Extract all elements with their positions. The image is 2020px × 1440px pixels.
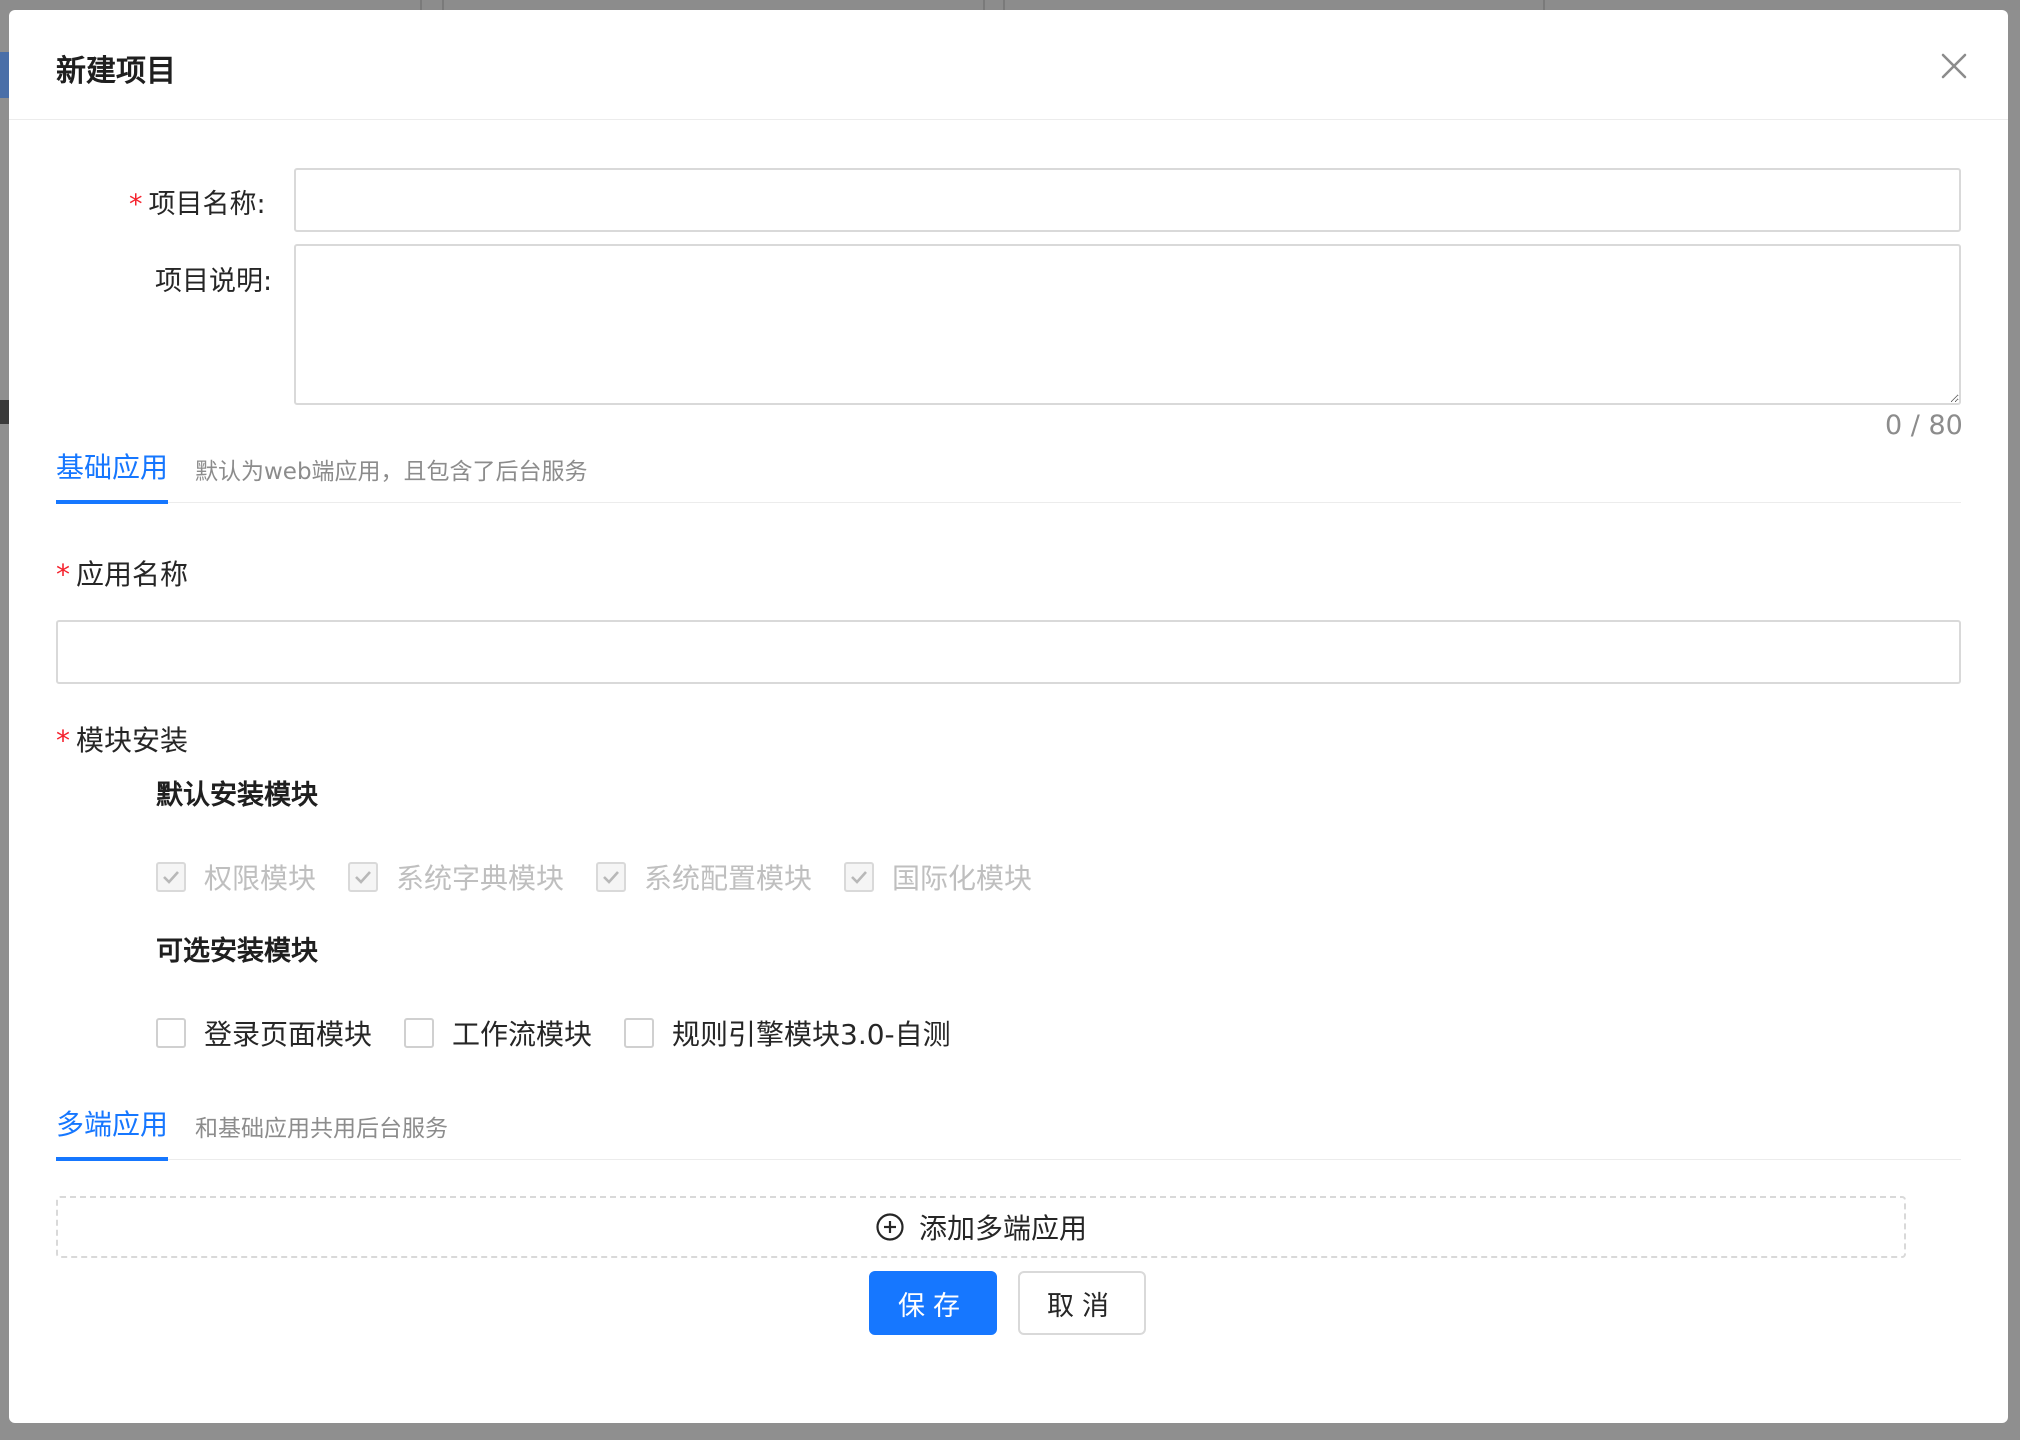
add-multi-app-label: 添加多端应用 (918, 1212, 1087, 1245)
check-icon (851, 871, 868, 884)
default-module-label: 国际化模块 (892, 862, 1033, 895)
multi-app-tabbar: 多端应用 和基础应用共用后台服务 (56, 1097, 1961, 1161)
optional-module-label: 工作流模块 (452, 1018, 593, 1051)
checkbox-checked-disabled[interactable] (844, 862, 875, 892)
background-nav-mark (0, 400, 9, 424)
optional-module-label: 登录页面模块 (204, 1018, 373, 1051)
background-divider (983, 0, 985, 10)
check-icon (355, 871, 371, 884)
optional-module-label: 规则引擎模块3.0-自测 (672, 1018, 951, 1051)
module-install-label: * 模块安装 (56, 719, 188, 759)
project-name-label-text: 项目名称: (148, 189, 266, 220)
background-divider (420, 0, 422, 10)
app-name-label: * 应用名称 (56, 553, 188, 593)
project-name-input[interactable] (294, 168, 1961, 232)
base-app-tabbar: 基础应用 默认为web端应用，且包含了后台服务 (56, 440, 1961, 504)
optional-module-item[interactable]: 规则引擎模块3.0-自测 (624, 1013, 951, 1053)
default-module-label: 系统配置模块 (644, 862, 813, 895)
checkbox-checked-disabled[interactable] (156, 862, 186, 892)
tab-multi-app[interactable]: 多端应用 (56, 1103, 169, 1161)
default-module-item[interactable]: 国际化模块 (844, 857, 1032, 897)
new-project-modal: 新建项目 * 项目名称: 项目说明: 0 / 80 基础应用 默认为web端应用，… (9, 10, 2008, 1423)
default-module-label: 系统字典模块 (396, 862, 565, 895)
add-multi-app-button[interactable]: 添加多端应用 (56, 1196, 1906, 1258)
default-module-item[interactable]: 系统配置模块 (596, 857, 812, 897)
module-install-label-text: 模块安装 (76, 724, 189, 757)
base-app-tab-desc: 默认为web端应用，且包含了后台服务 (195, 459, 588, 485)
background-divider (1003, 0, 1005, 10)
required-mark: * (56, 724, 70, 757)
checkbox-checked-disabled[interactable] (596, 862, 627, 892)
save-button[interactable]: 保存 (869, 1271, 997, 1335)
optional-module-item[interactable]: 工作流模块 (404, 1013, 592, 1053)
project-desc-textarea[interactable] (294, 244, 1961, 405)
optional-modules-title: 可选安装模块 (156, 936, 318, 967)
plus-circle-icon (876, 1213, 904, 1241)
desc-char-counter: 0 / 80 (1885, 410, 1963, 441)
multi-app-tab-desc: 和基础应用共用后台服务 (195, 1116, 448, 1142)
background-divider (1543, 0, 1545, 10)
project-desc-label: 项目说明: (155, 266, 273, 297)
app-name-label-text: 应用名称 (76, 558, 189, 591)
default-modules-title: 默认安装模块 (156, 780, 318, 811)
modal-header: 新建项目 (9, 10, 2008, 120)
default-module-item[interactable]: 权限模块 (156, 857, 316, 897)
required-mark: * (129, 189, 143, 220)
close-button[interactable] (1934, 46, 1974, 86)
background-page-strip (0, 0, 2020, 10)
cancel-button[interactable]: 取消 (1018, 1271, 1146, 1335)
checkbox-checked-disabled[interactable] (348, 862, 379, 892)
check-icon (603, 871, 619, 884)
project-name-label: * 项目名称: (129, 182, 266, 221)
tab-base-app[interactable]: 基础应用 (56, 446, 169, 504)
default-module-item[interactable]: 系统字典模块 (348, 857, 564, 897)
background-divider (442, 0, 444, 10)
required-mark: * (56, 558, 70, 591)
optional-modules-row: 登录页面模块 工作流模块 规则引擎模块3.0-自测 (156, 1013, 983, 1053)
default-modules-row: 权限模块 系统字典模块 系统配置模块 国际化模块 (156, 857, 1064, 897)
close-icon (1941, 53, 1967, 79)
optional-module-item[interactable]: 登录页面模块 (156, 1013, 372, 1053)
background-nav-mark (0, 52, 9, 98)
modal-title: 新建项目 (56, 54, 176, 89)
checkbox-unchecked[interactable] (156, 1018, 186, 1048)
checkbox-unchecked[interactable] (404, 1018, 435, 1048)
app-name-input[interactable] (56, 620, 1961, 684)
default-module-label: 权限模块 (204, 862, 317, 895)
check-icon (163, 871, 179, 884)
checkbox-unchecked[interactable] (624, 1018, 655, 1048)
